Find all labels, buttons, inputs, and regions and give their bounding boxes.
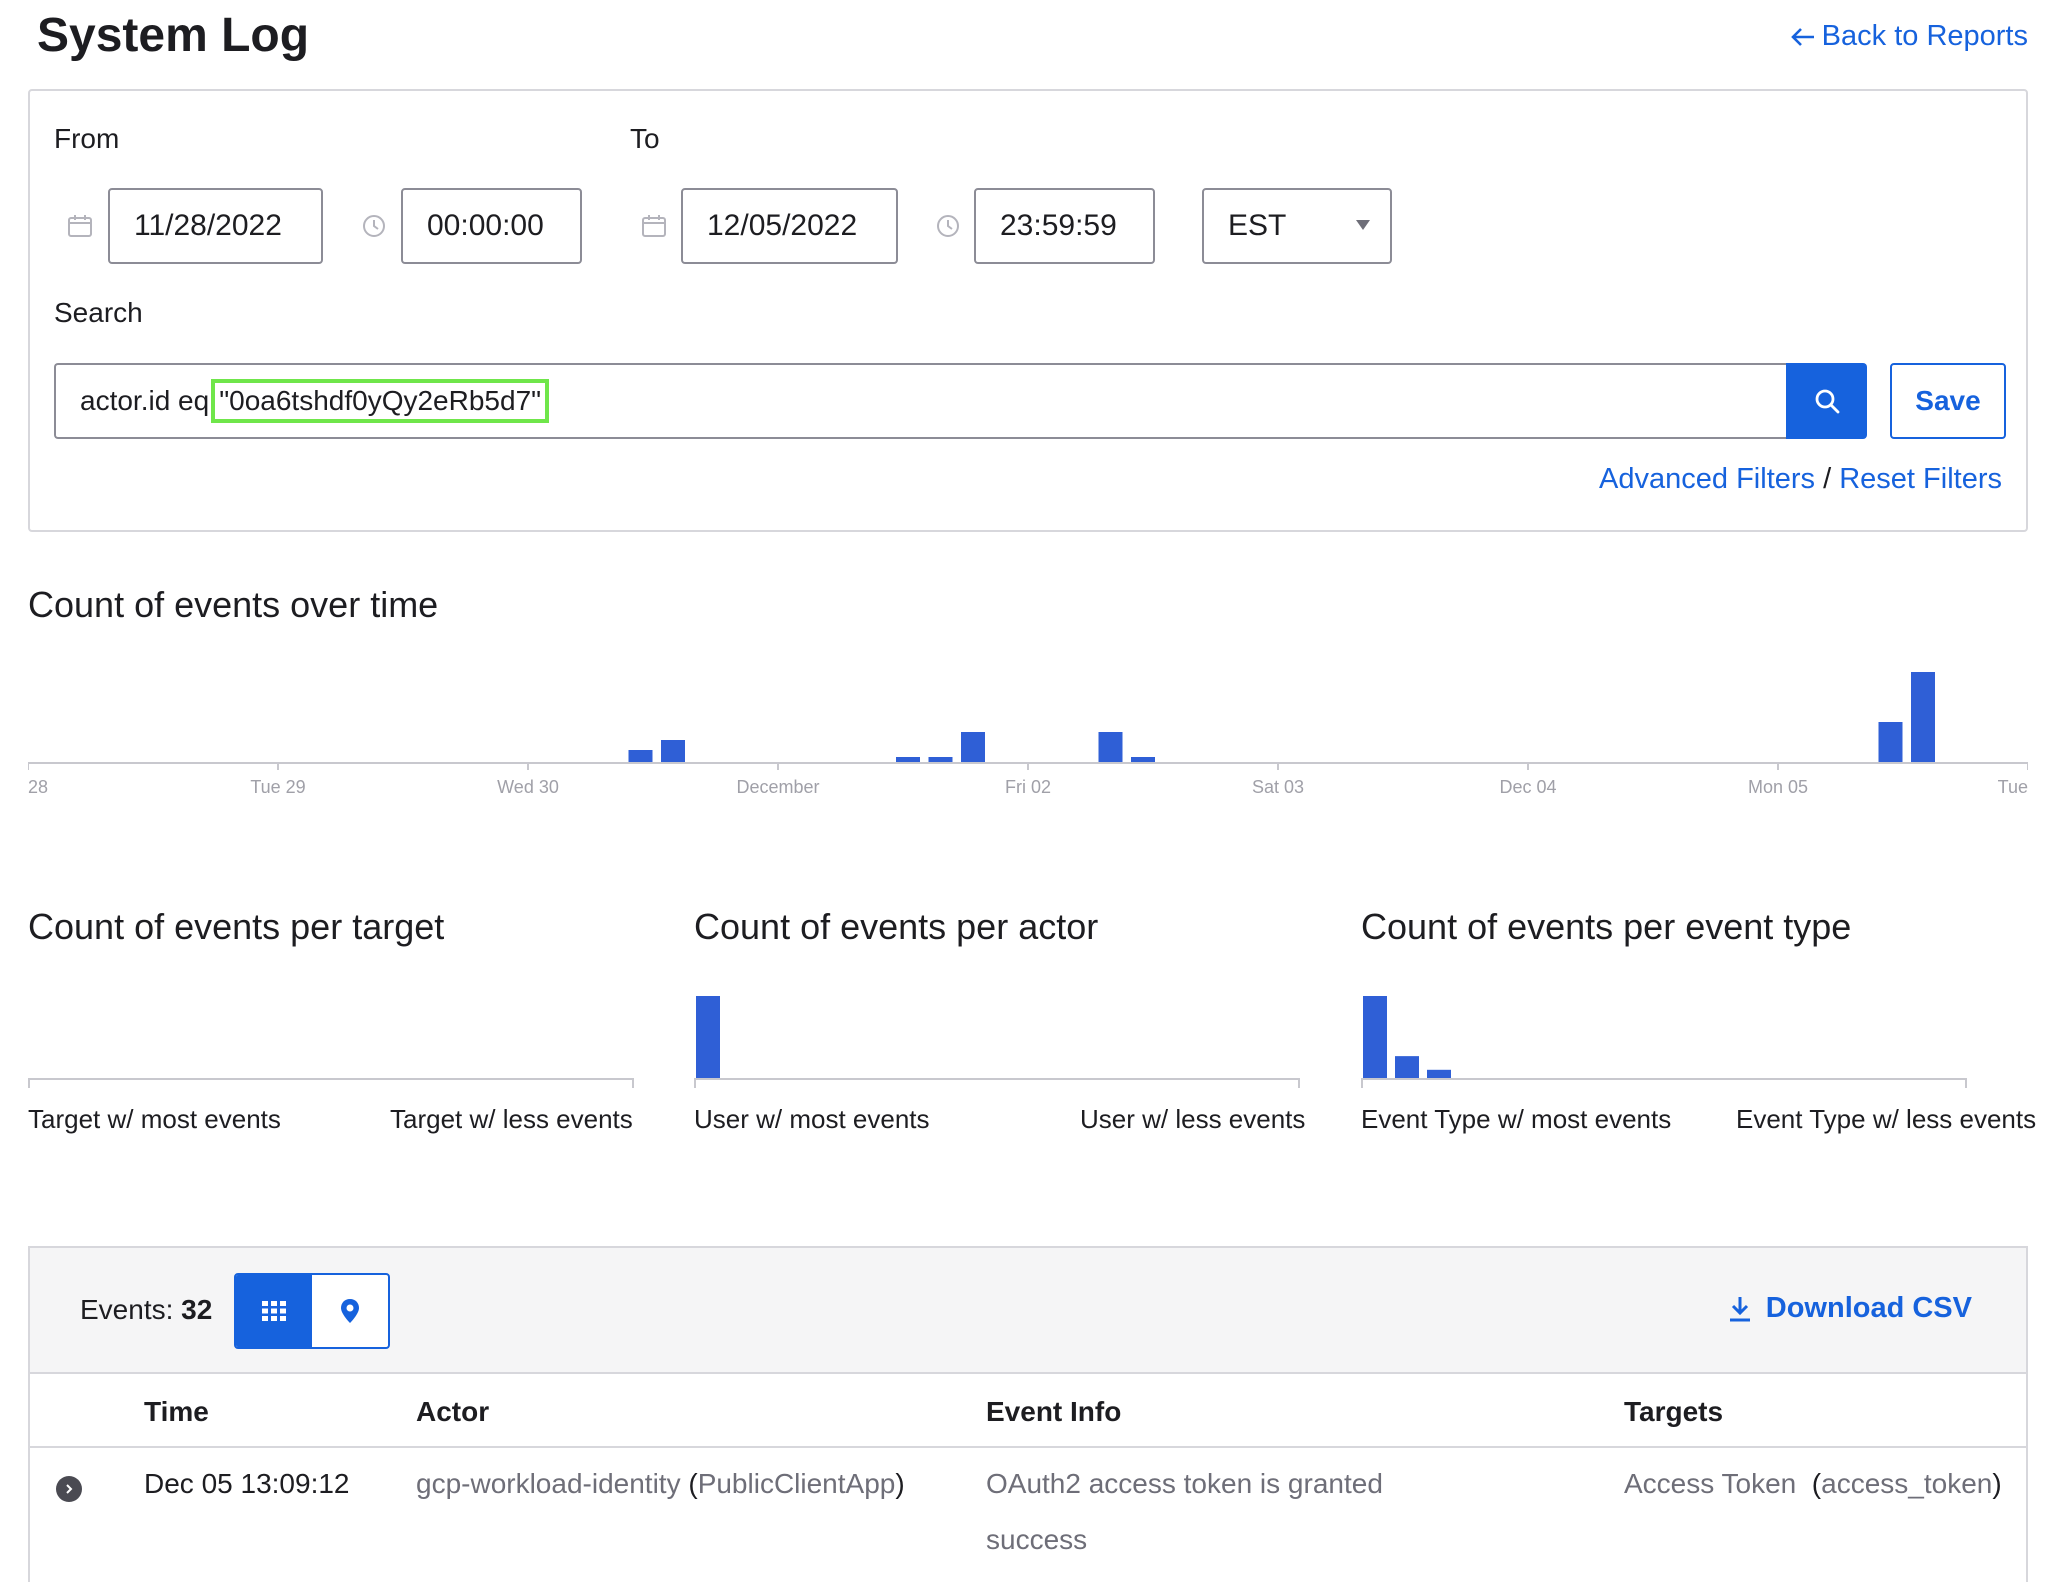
- event-actor: gcp-workload-identity (PublicClientApp): [416, 1468, 905, 1499]
- grid-icon: [262, 1301, 286, 1321]
- reset-filters-link[interactable]: Reset Filters: [1839, 463, 2002, 495]
- timeline-tick-label: Mon 05: [1747, 777, 1809, 797]
- search-icon: [1815, 389, 1839, 414]
- expand-row-icon[interactable]: [56, 1476, 82, 1502]
- arrow-left-icon: [1790, 27, 1814, 46]
- download-icon: [1729, 1296, 1750, 1321]
- back-to-reports-link[interactable]: Back to Reports: [1790, 20, 2028, 53]
- from-time-input[interactable]: 00:00:00: [401, 188, 582, 264]
- search-label: Search: [54, 297, 143, 328]
- timeline-tick-label: Wed 30: [497, 777, 559, 797]
- timezone-value: EST: [1228, 209, 1287, 242]
- events-count-label: Events:: [80, 1294, 174, 1325]
- column-header-targets: Targets: [1624, 1396, 1724, 1427]
- event-outcome: success: [986, 1524, 1088, 1555]
- clock-icon: [360, 212, 388, 240]
- events-panel: Events: 32 Download CSV Time Actor Event…: [28, 1246, 2028, 1582]
- actor-type: PublicClientApp: [697, 1468, 896, 1499]
- target-less-label: Target w/ less events: [390, 1104, 633, 1134]
- events-count-value: 32: [181, 1294, 213, 1325]
- grid-view-button[interactable]: [236, 1275, 312, 1347]
- timeline-bar[interactable]: [1911, 672, 1935, 762]
- page-title: System Log: [37, 9, 310, 62]
- event-target: Access Token (access_token): [1624, 1468, 2002, 1499]
- timeline-bar[interactable]: [1131, 757, 1155, 762]
- timeline-tick-label: December: [736, 777, 820, 797]
- search-button[interactable]: [1786, 363, 1867, 439]
- events-per-actor-chart: [694, 970, 1300, 1090]
- back-link-label: Back to Reports: [1821, 20, 2028, 52]
- type-most-label: Event Type w/ most events: [1361, 1104, 1672, 1134]
- table-row[interactable]: Dec 05 13:09:12 gcp-workload-identity (P…: [30, 1448, 2026, 1582]
- chevron-down-icon: [1356, 220, 1370, 230]
- download-csv-label: Download CSV: [1765, 1292, 1972, 1324]
- timeline-tick-label: Sat 03: [1251, 777, 1305, 797]
- clock-icon: [934, 212, 962, 240]
- events-over-time-chart: 28 Tue 29 Wed 30 December Fri 02 Sat 03 Dec 04…: [27, 640, 2029, 820]
- events-table-header: Time Actor Event Info Targets: [30, 1374, 2026, 1448]
- timeline-bar[interactable]: [928, 757, 953, 762]
- map-pin-icon: [341, 1299, 359, 1323]
- to-label: To: [630, 123, 660, 154]
- target-most-label: Target w/ most events: [28, 1104, 281, 1134]
- calendar-icon: [66, 212, 94, 240]
- mini-chart-bar[interactable]: [1427, 1069, 1451, 1078]
- actor-less-label: User w/ less events: [1080, 1104, 1306, 1134]
- mini-chart-bar[interactable]: [696, 996, 720, 1078]
- mini-chart-bar[interactable]: [1395, 1056, 1419, 1078]
- events-toolbar: Events: 32 Download CSV: [30, 1248, 2026, 1374]
- save-button[interactable]: Save: [1890, 363, 2006, 439]
- advanced-filters-link[interactable]: Advanced Filters: [1599, 463, 1815, 495]
- column-header-actor: Actor: [416, 1396, 490, 1427]
- download-csv-link[interactable]: Download CSV: [1728, 1292, 1972, 1325]
- filter-panel: From To 11/28/2022 00:00:00 12/05/2022 2…: [28, 89, 2028, 532]
- timeline-bar[interactable]: [628, 750, 653, 762]
- timeline-tick-label: 28: [28, 777, 49, 797]
- timeline-tick-label: Tue 29: [250, 777, 306, 797]
- filter-links-separator: /: [1823, 463, 1832, 495]
- search-query-actor-id: "0oa6tshdf0yQy2eRb5d7": [211, 379, 550, 423]
- target-name[interactable]: Access Token: [1624, 1468, 1796, 1499]
- type-less-label: Event Type w/ less events: [1736, 1104, 2037, 1134]
- events-per-target-title: Count of events per target: [28, 906, 445, 947]
- actor-name[interactable]: gcp-workload-identity: [416, 1468, 681, 1499]
- column-header-event-info: Event Info: [986, 1396, 1122, 1427]
- timeline-bar[interactable]: [896, 757, 920, 762]
- actor-most-label: User w/ most events: [694, 1104, 930, 1134]
- view-toggle: [234, 1273, 390, 1349]
- calendar-icon: [640, 212, 668, 240]
- events-count: Events: 32: [80, 1294, 212, 1326]
- timeline-bars: [27, 672, 2029, 770]
- timeline-bar[interactable]: [961, 732, 985, 762]
- to-date-input[interactable]: 12/05/2022: [681, 188, 898, 264]
- event-time: Dec 05 13:09:12: [144, 1468, 350, 1499]
- map-view-button[interactable]: [312, 1275, 388, 1347]
- from-date-input[interactable]: 11/28/2022: [108, 188, 323, 264]
- events-per-event-type-chart: [1361, 970, 1967, 1090]
- filter-links: Advanced Filters / Reset Filters: [1599, 463, 2002, 496]
- timeline-tick-label: Fri 02: [1004, 777, 1051, 797]
- search-query-prefix: actor.id eq: [80, 385, 210, 416]
- timeline-bar[interactable]: [1098, 732, 1123, 762]
- event-info[interactable]: OAuth2 access token is granted: [986, 1468, 1383, 1500]
- timeline-tick-label: Tue: [1997, 777, 2028, 797]
- target-type: access_token: [1821, 1468, 1993, 1499]
- timeline-tick-label: Dec 04: [1499, 777, 1557, 797]
- events-per-event-type-title: Count of events per event type: [1361, 906, 1852, 947]
- from-label: From: [54, 123, 120, 154]
- timeline-bar[interactable]: [1878, 722, 1903, 762]
- to-time-input[interactable]: 23:59:59: [974, 188, 1155, 264]
- column-header-time: Time: [144, 1396, 209, 1427]
- events-per-target-chart: [28, 970, 634, 1090]
- mini-chart-bar[interactable]: [1363, 996, 1387, 1078]
- timezone-select[interactable]: EST: [1202, 188, 1392, 264]
- events-per-actor-title: Count of events per actor: [694, 906, 1099, 947]
- events-over-time-title: Count of events over time: [28, 584, 439, 625]
- timeline-bar[interactable]: [661, 740, 685, 762]
- search-input[interactable]: actor.id eq "0oa6tshdf0yQy2eRb5d7": [54, 363, 1786, 439]
